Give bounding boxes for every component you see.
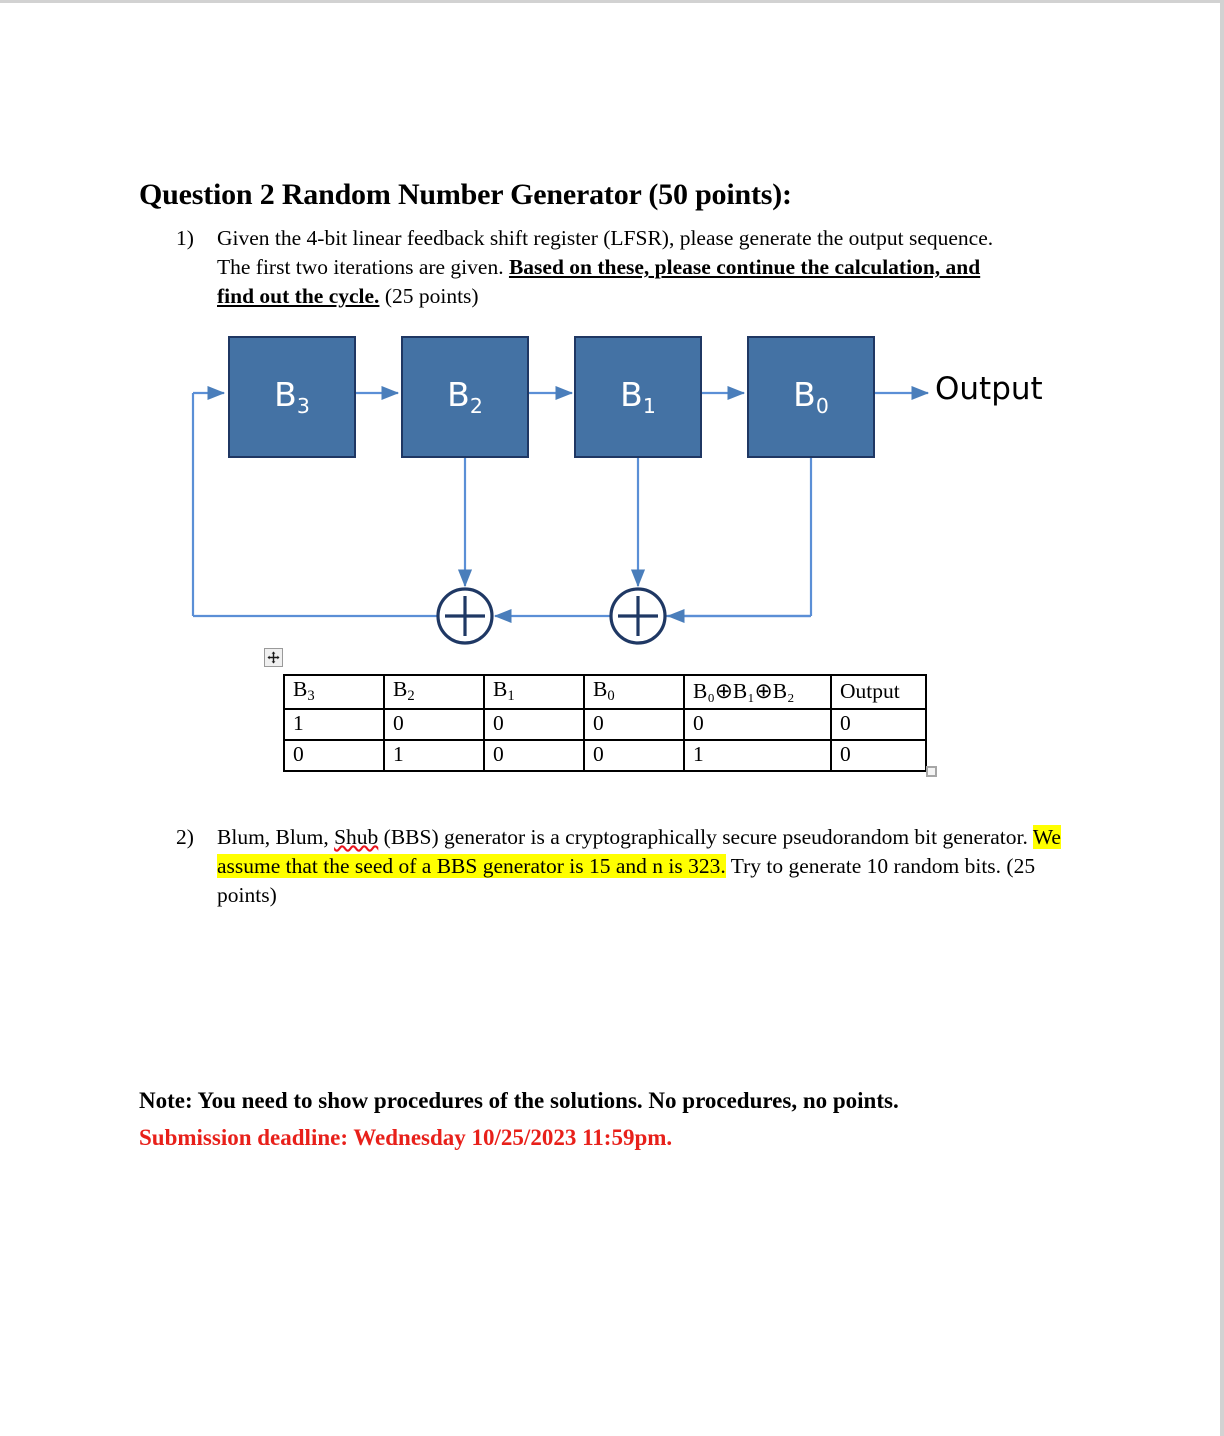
table-resize-handle[interactable] [926,766,937,777]
table-row: 0 1 0 0 1 0 [283,739,927,773]
register-box-b0: B0 [747,336,875,458]
list-item-1-body: Given the 4-bit linear feedback shift re… [217,224,996,311]
page-content: Question 2 Random Number Generator (50 p… [0,3,1206,1436]
misspelled-word: Shub [334,825,379,849]
cell-xor: 0 [683,708,832,742]
cell-b1: 0 [483,739,585,773]
register-label-b3: B3 [274,374,310,418]
cell-b3: 1 [283,708,385,742]
column-header-b2: B2 [383,673,485,711]
list-item-1: 1) Given the 4-bit linear feedback shift… [176,224,996,311]
column-header-b3: B3 [283,673,385,711]
table-move-handle[interactable] [264,648,283,667]
list-item-1-text-b: (25 points) [379,284,479,308]
register-label-b2: B2 [447,374,483,418]
list-item-2-body: Blum, Blum, Shub (BBS) generator is a cr… [217,823,1086,910]
table-row: 1 0 0 0 0 0 [283,708,927,742]
register-box-b3: B3 [228,336,356,458]
xor-gate-left [436,587,494,645]
move-cross-icon [267,651,280,664]
cell-output: 0 [830,739,927,773]
cell-b0: 0 [583,708,685,742]
diagram-output-label: Output [935,371,1043,407]
register-box-b2: B2 [401,336,529,458]
cell-b0: 0 [583,739,685,773]
table-header-row: B3 B2 B1 B0 B₀⊕B₁⊕B₂ Output [283,673,927,711]
list-item-2-number: 2) [176,825,194,849]
cell-xor: 1 [683,739,832,773]
list-item-1-number: 1) [176,226,194,250]
note-procedures: Note: You need to show procedures of the… [139,1088,899,1113]
column-header-xor: B₀⊕B₁⊕B₂ [683,673,832,711]
lfsr-diagram: B3 B2 B1 B0 Output [180,328,1080,658]
column-header-b1: B1 [483,673,585,711]
cell-b3: 0 [283,739,385,773]
cell-output: 0 [830,708,927,742]
note-deadline: Submission deadline: Wednesday 10/25/202… [139,1125,673,1150]
column-header-b0: B0 [583,673,685,711]
cell-b1: 0 [483,708,585,742]
register-label-b1: B1 [620,374,656,418]
page-title: Question 2 Random Number Generator (50 p… [139,178,792,211]
xor-gate-right [609,587,667,645]
register-box-b1: B1 [574,336,702,458]
list-item-2-text-b: (BBS) generator is a cryptographically s… [378,825,1033,849]
register-label-b0: B0 [793,374,829,418]
list-item-2: 2) Blum, Blum, Shub (BBS) generator is a… [176,823,1086,910]
cell-b2: 1 [383,739,485,773]
lfsr-state-table: B3 B2 B1 B0 B₀⊕B₁⊕B₂ Output 1 0 0 0 0 0 [283,673,927,773]
cell-b2: 0 [383,708,485,742]
column-header-output: Output [830,673,927,711]
list-item-2-text-a: Blum, Blum, [217,825,335,849]
document-page: Question 2 Random Number Generator (50 p… [0,0,1224,1436]
